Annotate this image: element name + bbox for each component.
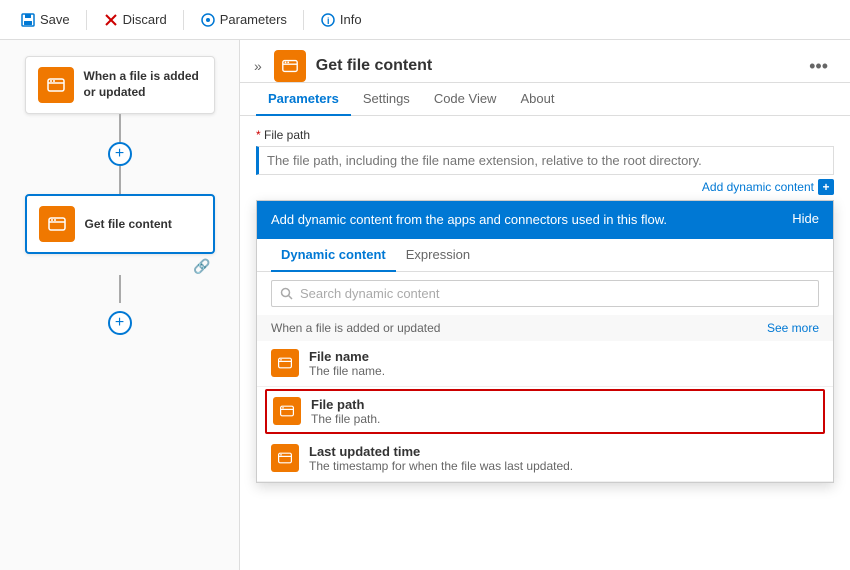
tab-about[interactable]: About [508, 83, 566, 116]
separator-2 [183, 10, 184, 30]
popup-header-text: Add dynamic content from the apps and co… [271, 211, 780, 229]
trigger-card[interactable]: When a file is added or updated [25, 56, 215, 114]
popup-search-area [257, 272, 833, 315]
search-box [271, 280, 819, 307]
info-button[interactable]: i Info [312, 8, 370, 32]
main-layout: When a file is added or updated + Get fi… [0, 40, 850, 570]
search-input[interactable] [300, 286, 810, 301]
panel-title: Get file content [316, 57, 432, 75]
save-icon [20, 12, 36, 28]
action-icon-box [39, 206, 75, 242]
last-updated-ftp-icon [277, 450, 293, 466]
connector-line-3 [119, 275, 121, 303]
file-path-text: File path The file path. [311, 397, 380, 426]
file-name-text: File name The file name. [309, 349, 385, 378]
dynamic-item-file-name[interactable]: File name The file name. [257, 341, 833, 387]
save-button[interactable]: Save [12, 8, 78, 32]
tab-parameters[interactable]: Parameters [256, 83, 351, 116]
action-label: Get file content [85, 217, 172, 231]
connector-line-2 [119, 166, 121, 194]
right-header-left: » Get file content [252, 50, 432, 82]
panel-ftp-icon [281, 57, 299, 75]
last-updated-title: Last updated time [309, 444, 573, 459]
separator-1 [86, 10, 87, 30]
add-dynamic-plus-icon: + [818, 179, 834, 195]
tabs-bar: Parameters Settings Code View About [240, 83, 850, 116]
add-step-button-2[interactable]: + [108, 311, 132, 335]
action-link-icon: 🔗 [193, 258, 210, 275]
file-name-title: File name [309, 349, 385, 364]
more-options-button[interactable]: ••• [803, 54, 834, 79]
trigger-icon-box [38, 67, 74, 103]
info-icon: i [320, 12, 336, 28]
see-more-button[interactable]: See more [767, 321, 819, 335]
tab-settings[interactable]: Settings [351, 83, 422, 116]
file-name-desc: The file name. [309, 364, 385, 378]
connector-line-1 [119, 114, 121, 142]
right-header: » Get file content ••• [240, 40, 850, 83]
file-path-desc: The file path. [311, 412, 380, 426]
svg-text:i: i [327, 16, 330, 26]
left-panel: When a file is added or updated + Get fi… [0, 40, 240, 570]
last-updated-text: Last updated time The timestamp for when… [309, 444, 573, 473]
action-card[interactable]: Get file content [25, 194, 215, 254]
section-header: When a file is added or updated See more [257, 315, 833, 341]
expand-button[interactable]: » [252, 56, 264, 76]
last-updated-icon-box [271, 444, 299, 472]
popup-header: Add dynamic content from the apps and co… [257, 201, 833, 239]
dynamic-content-popup: Add dynamic content from the apps and co… [256, 200, 834, 483]
file-name-ftp-icon [277, 355, 293, 371]
separator-3 [303, 10, 304, 30]
file-path-ftp-icon [279, 403, 295, 419]
file-path-icon-box [273, 397, 301, 425]
add-dynamic-content-button[interactable]: Add dynamic content + [702, 179, 834, 195]
action-ftp-icon [47, 214, 67, 234]
popup-tab-expression[interactable]: Expression [396, 239, 480, 272]
hide-button[interactable]: Hide [780, 211, 819, 226]
right-panel: » Get file content ••• Parameters Settin… [240, 40, 850, 570]
trigger-ftp-icon [46, 75, 66, 95]
file-name-icon-box [271, 349, 299, 377]
file-path-input[interactable] [256, 146, 834, 175]
parameters-button[interactable]: Parameters [192, 8, 295, 32]
parameters-icon [200, 12, 216, 28]
toolbar: Save Discard Parameters i Info [0, 0, 850, 40]
tab-code-view[interactable]: Code View [422, 83, 509, 116]
dynamic-item-last-updated[interactable]: Last updated time The timestamp for when… [257, 436, 833, 482]
field-label: * File path [256, 128, 834, 142]
search-icon [280, 287, 294, 301]
discard-icon [103, 12, 119, 28]
trigger-label: When a file is added or updated [84, 69, 202, 100]
panel-icon-box [274, 50, 306, 82]
popup-tab-dynamic[interactable]: Dynamic content [271, 239, 396, 272]
last-updated-desc: The timestamp for when the file was last… [309, 459, 573, 473]
discard-button[interactable]: Discard [95, 8, 175, 32]
add-dynamic-row: Add dynamic content + [256, 179, 834, 195]
popup-tabs-bar: Dynamic content Expression [257, 239, 833, 272]
dynamic-item-file-path[interactable]: File path The file path. [265, 389, 825, 434]
file-path-title: File path [311, 397, 380, 412]
add-step-button-1[interactable]: + [108, 142, 132, 166]
